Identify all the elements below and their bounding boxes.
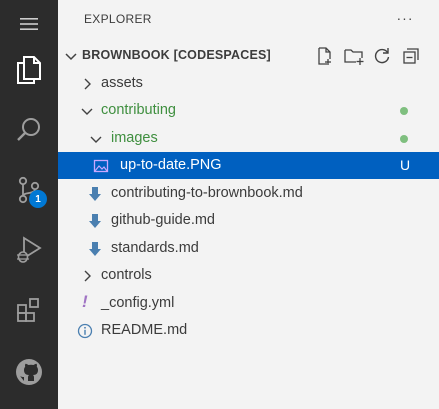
tree-item-up-to-date-png[interactable]: up-to-date.PNG U (58, 152, 439, 179)
menu-button[interactable] (0, 0, 58, 48)
more-actions-button[interactable]: ··· (396, 8, 414, 28)
source-control-activity-button[interactable]: 1 (0, 166, 58, 214)
tree-item-assets[interactable]: assets (58, 70, 439, 97)
yaml-file-icon: ! (82, 292, 88, 311)
tree-item-contributing[interactable]: contributing (58, 97, 439, 124)
run-debug-activity-button[interactable] (0, 226, 58, 274)
tree-item-label: images (111, 130, 158, 146)
chevron-down-icon (90, 136, 102, 143)
modified-dot (400, 107, 408, 115)
tree-item-label: standards.md (111, 240, 199, 256)
chevron-down-icon (81, 108, 93, 115)
workspace-section-header[interactable]: BROWNBOOK [CODESPACES] (58, 45, 439, 67)
files-icon (17, 56, 41, 84)
tree-item-label: README.md (101, 322, 188, 338)
explorer-sidebar: EXPLORER ··· BROWNBOOK [CODESPACES] asse… (58, 0, 439, 409)
tree-item-images[interactable]: images (58, 125, 439, 152)
markdown-file-icon (89, 187, 101, 201)
github-icon (16, 359, 42, 385)
tree-item-controls[interactable]: controls (58, 262, 439, 289)
markdown-file-icon (89, 242, 101, 256)
search-icon (17, 118, 40, 141)
source-control-badge: 1 (29, 190, 47, 208)
info-icon (77, 323, 93, 339)
tree-item-label: contributing-to-brownbook.md (111, 185, 303, 201)
image-file-icon (93, 159, 109, 173)
hamburger-menu-icon (20, 18, 38, 30)
chevron-right-icon (84, 78, 91, 90)
tree-item-standards-md[interactable]: standards.md (58, 235, 439, 262)
tree-item-label: contributing (101, 102, 176, 118)
chevron-down-icon (65, 53, 77, 61)
vscode-window: 1 EXPLORER ··· BROWNBOOK [CODESPACES] as… (0, 0, 439, 409)
github-activity-button[interactable] (0, 348, 58, 396)
workspace-title: BROWNBOOK [CODESPACES] (82, 48, 271, 62)
collapse-all-button[interactable] (400, 45, 422, 67)
extensions-icon (17, 298, 39, 322)
tree-item-label: assets (101, 75, 143, 91)
search-activity-button[interactable] (0, 106, 58, 154)
refresh-icon (374, 48, 390, 64)
explorer-activity-button[interactable] (0, 46, 58, 94)
extensions-activity-button[interactable] (0, 286, 58, 334)
new-file-icon (318, 47, 331, 65)
tree-item-config-yml[interactable]: ! _config.yml (58, 290, 439, 317)
tree-item-readme-md[interactable]: README.md (58, 317, 439, 344)
tree-item-label: up-to-date.PNG (120, 157, 222, 173)
new-file-button[interactable] (314, 45, 336, 67)
untracked-status: U (400, 157, 411, 173)
activity-bar: 1 (0, 0, 58, 409)
new-folder-icon (344, 49, 364, 65)
run-debug-icon (17, 236, 42, 263)
new-folder-button[interactable] (343, 45, 365, 67)
tree-item-label: controls (101, 267, 152, 283)
collapse-all-icon (403, 48, 419, 64)
tree-item-github-guide-md[interactable]: github-guide.md (58, 207, 439, 234)
refresh-button[interactable] (371, 45, 393, 67)
tree-item-label: _config.yml (101, 295, 175, 311)
markdown-file-icon (89, 214, 101, 228)
tree-item-contributing-to-brownbook-md[interactable]: contributing-to-brownbook.md (58, 180, 439, 207)
modified-dot (400, 135, 408, 143)
chevron-right-icon (84, 270, 91, 282)
explorer-title: EXPLORER (84, 12, 152, 26)
tree-item-label: github-guide.md (111, 212, 215, 228)
